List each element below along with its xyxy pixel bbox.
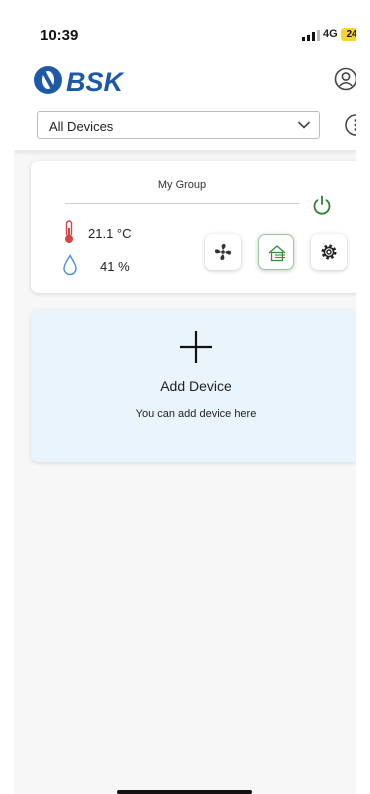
device-filter-value: All Devices <box>49 119 114 134</box>
plus-icon <box>180 331 212 363</box>
app-header: 10:39 4G 24 BSK All Devices <box>14 0 356 150</box>
power-icon[interactable] <box>311 194 333 216</box>
group-card[interactable]: My Group 21.1 °C 41 % <box>31 161 356 293</box>
more-options-icon[interactable] <box>345 114 356 136</box>
home-vent-mode-button[interactable] <box>258 234 294 270</box>
group-divider <box>65 203 299 204</box>
fan-icon <box>215 244 231 260</box>
add-device-card[interactable]: Add Device You can add device here <box>31 310 356 462</box>
app-screen: 10:39 4G 24 BSK All Devices My Group 21.… <box>14 0 356 794</box>
device-filter-select[interactable]: All Devices <box>37 111 320 139</box>
humidity-value: 41 % <box>100 259 130 274</box>
battery-indicator: 24 <box>341 28 356 41</box>
settings-button[interactable] <box>311 234 347 270</box>
temperature-value: 21.1 °C <box>88 226 132 241</box>
thermometer-icon <box>65 220 73 243</box>
status-bar: 10:39 4G 24 <box>14 24 356 46</box>
status-time: 10:39 <box>40 27 79 44</box>
humidity-drop-icon <box>63 254 77 276</box>
add-device-subtitle: You can add device here <box>135 408 257 420</box>
group-title: My Group <box>157 179 207 191</box>
account-icon[interactable] <box>334 67 356 91</box>
network-type: 4G <box>323 28 338 40</box>
signal-icon <box>302 30 320 41</box>
add-device-title: Add Device <box>160 378 232 394</box>
logo-text: BSK <box>66 67 126 97</box>
gear-icon <box>321 244 337 260</box>
home-indicator <box>117 790 252 794</box>
bsk-logo: BSK <box>34 66 126 97</box>
chevron-down-icon <box>297 121 311 129</box>
fan-mode-button[interactable] <box>205 234 241 270</box>
home-vent-icon <box>268 245 286 262</box>
